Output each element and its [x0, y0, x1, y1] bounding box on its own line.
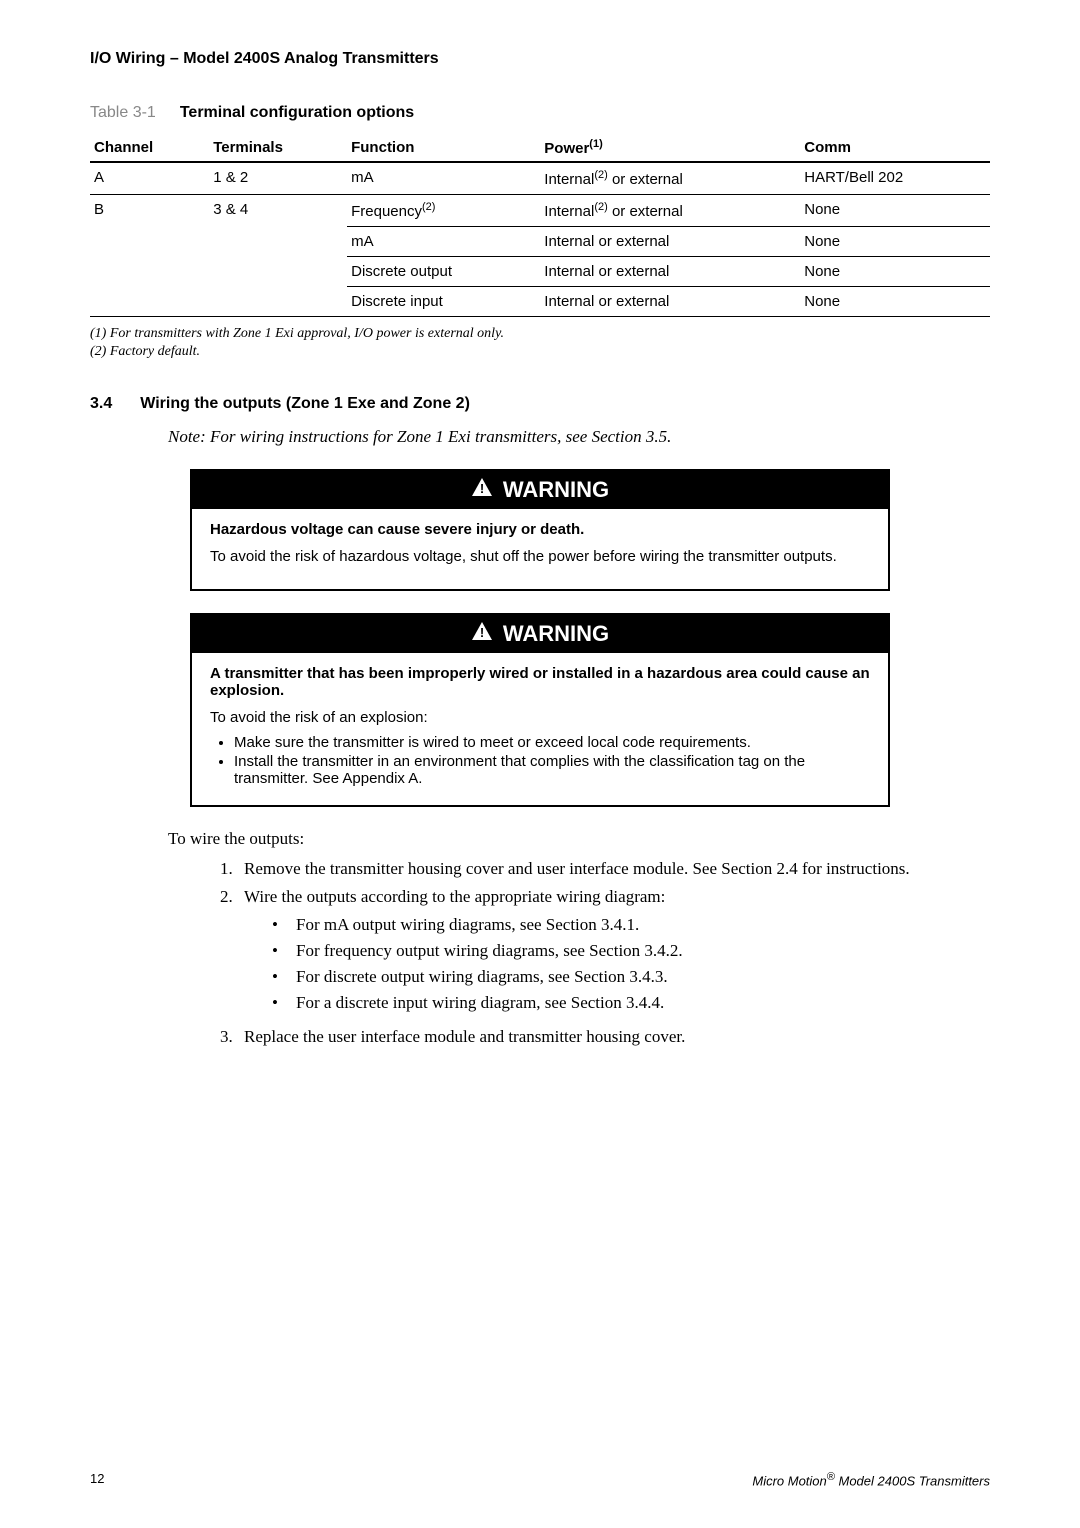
step-number: 3.	[220, 1027, 244, 1047]
cell-channel: A	[90, 162, 209, 195]
table-row: Discrete output Internal or external Non…	[90, 257, 990, 287]
table-row: Discrete input Internal or external None	[90, 287, 990, 317]
cell-power: Internal(2) or external	[540, 162, 800, 195]
bullet-item: •For discrete output wiring diagrams, se…	[272, 967, 990, 987]
page-footer: 12 Micro Motion® Model 2400S Transmitter…	[90, 1471, 990, 1488]
table-title: Terminal configuration options	[180, 104, 414, 122]
col-channel: Channel	[90, 132, 209, 162]
warning-box-2: ! WARNING A transmitter that has been im…	[190, 613, 890, 807]
cell-comm: None	[800, 257, 990, 287]
warning-bullet: Make sure the transmitter is wired to me…	[234, 734, 870, 751]
col-terminals: Terminals	[209, 132, 347, 162]
cell-power: Internal or external	[540, 227, 800, 257]
bullet-item: •For a discrete input wiring diagram, se…	[272, 993, 990, 1013]
steps-intro: To wire the outputs:	[168, 829, 990, 849]
table-row: A 1 & 2 mA Internal(2) or external HART/…	[90, 162, 990, 195]
step-3: 3. Replace the user interface module and…	[220, 1027, 990, 1047]
cell-channel: B	[90, 195, 209, 227]
warning-text: To avoid the risk of hazardous voltage, …	[210, 548, 870, 565]
warning-lead: Hazardous voltage can cause severe injur…	[210, 521, 870, 538]
cell-function: Discrete output	[347, 257, 540, 287]
warning-lead: A transmitter that has been improperly w…	[210, 665, 870, 699]
warning-body: A transmitter that has been improperly w…	[192, 653, 888, 805]
cell-power: Internal or external	[540, 287, 800, 317]
section-title: Wiring the outputs (Zone 1 Exe and Zone …	[140, 395, 470, 413]
cell-comm: None	[800, 195, 990, 227]
col-comm: Comm	[800, 132, 990, 162]
cell-power: Internal(2) or external	[540, 195, 800, 227]
bullet-item: •For frequency output wiring diagrams, s…	[272, 941, 990, 961]
table-row: B 3 & 4 Frequency(2) Internal(2) or exte…	[90, 195, 990, 227]
sub-bullets: •For mA output wiring diagrams, see Sect…	[272, 915, 990, 1013]
step-2: 2. Wire the outputs according to the app…	[220, 887, 990, 1019]
step-1: 1. Remove the transmitter housing cover …	[220, 859, 990, 879]
step-text: Replace the user interface module and tr…	[244, 1027, 685, 1047]
table-number: Table 3-1	[90, 104, 156, 122]
table-header-row: Channel Terminals Function Power(1) Comm	[90, 132, 990, 162]
bullet-item: •For mA output wiring diagrams, see Sect…	[272, 915, 990, 935]
numbered-steps: 1. Remove the transmitter housing cover …	[220, 859, 990, 1047]
warning-header: ! WARNING	[192, 471, 888, 509]
terminal-config-table: Channel Terminals Function Power(1) Comm…	[90, 132, 990, 317]
warning-body: Hazardous voltage can cause severe injur…	[192, 509, 888, 589]
svg-text:!: !	[480, 481, 484, 496]
step-text: Remove the transmitter housing cover and…	[244, 859, 910, 879]
cell-terminals: 3 & 4	[209, 195, 347, 227]
page-running-header: I/O Wiring – Model 2400S Analog Transmit…	[90, 50, 990, 68]
footnote-2: (2) Factory default.	[90, 343, 990, 361]
cell-function: mA	[347, 162, 540, 195]
warning-bullet: Install the transmitter in an environmen…	[234, 753, 870, 787]
warning-box-1: ! WARNING Hazardous voltage can cause se…	[190, 469, 890, 591]
warning-text: To avoid the risk of an explosion:	[210, 709, 870, 726]
cell-function: Frequency(2)	[347, 195, 540, 227]
warning-triangle-icon: !	[471, 621, 493, 647]
section-number: 3.4	[90, 395, 112, 413]
warning-bullets: Make sure the transmitter is wired to me…	[234, 734, 870, 787]
step-text: Wire the outputs according to the approp…	[244, 887, 665, 906]
section-heading: 3.4 Wiring the outputs (Zone 1 Exe and Z…	[90, 395, 990, 413]
cell-terminals: 1 & 2	[209, 162, 347, 195]
svg-text:!: !	[480, 625, 484, 640]
step-number: 1.	[220, 859, 244, 879]
cell-function: mA	[347, 227, 540, 257]
col-function: Function	[347, 132, 540, 162]
footer-title: Micro Motion® Model 2400S Transmitters	[752, 1471, 990, 1488]
warning-label: WARNING	[503, 621, 609, 647]
table-footnotes: (1) For transmitters with Zone 1 Exi app…	[90, 325, 990, 361]
cell-function: Discrete input	[347, 287, 540, 317]
footnote-1: (1) For transmitters with Zone 1 Exi app…	[90, 325, 990, 343]
cell-power: Internal or external	[540, 257, 800, 287]
section-note: Note: For wiring instructions for Zone 1…	[168, 427, 990, 447]
table-row: mA Internal or external None	[90, 227, 990, 257]
warning-triangle-icon: !	[471, 477, 493, 503]
step-number: 2.	[220, 887, 244, 1019]
cell-comm: None	[800, 227, 990, 257]
cell-comm: None	[800, 287, 990, 317]
table-caption: Table 3-1 Terminal configuration options	[90, 104, 990, 122]
page-number: 12	[90, 1471, 104, 1488]
warning-label: WARNING	[503, 477, 609, 503]
col-power: Power(1)	[540, 132, 800, 162]
cell-comm: HART/Bell 202	[800, 162, 990, 195]
warning-header: ! WARNING	[192, 615, 888, 653]
